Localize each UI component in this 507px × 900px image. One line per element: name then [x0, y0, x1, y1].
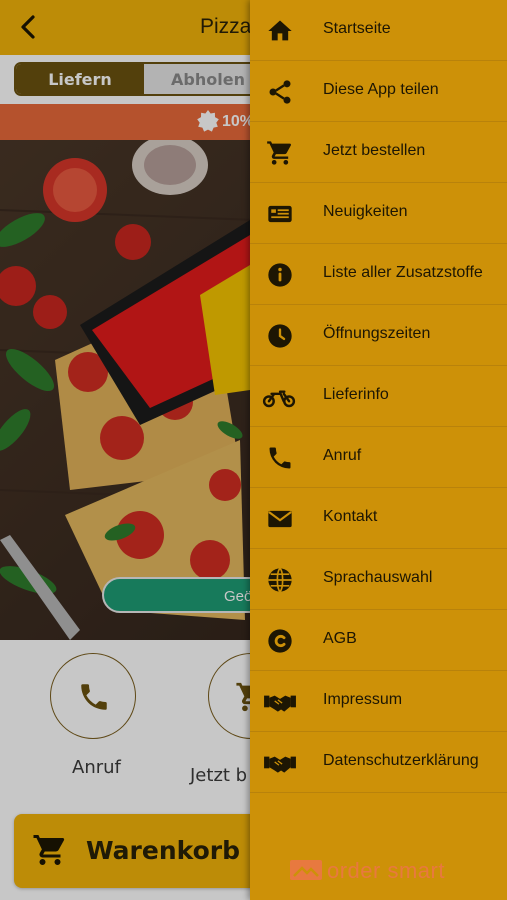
- envelope-icon: [266, 505, 294, 533]
- menu-item-delivery-info[interactable]: Lieferinfo: [250, 366, 507, 427]
- menu-item-home[interactable]: Startseite: [250, 0, 507, 61]
- globe-icon: [266, 566, 294, 594]
- menu-item-label: Lieferinfo: [323, 386, 389, 403]
- menu-item-additives[interactable]: Liste aller Zusatzstoffe: [250, 244, 507, 305]
- menu-item-privacy[interactable]: Datenschutzerklärung: [250, 732, 507, 793]
- menu-item-label: Impressum: [323, 691, 403, 708]
- home-icon: [266, 17, 294, 45]
- clock-icon: [266, 322, 294, 350]
- menu-item-label: Startseite: [323, 20, 391, 37]
- share-icon: [266, 78, 294, 106]
- motorcycle-icon: [262, 383, 296, 411]
- brand-mark-icon: [290, 860, 322, 880]
- menu-item-news[interactable]: Neuigkeiten: [250, 183, 507, 244]
- menu-item-imprint[interactable]: Impressum: [250, 671, 507, 732]
- menu-item-label: AGB: [323, 630, 357, 647]
- menu-item-call[interactable]: Anruf: [250, 427, 507, 488]
- menu-item-label: Diese App teilen: [323, 81, 439, 98]
- menu-item-label: Datenschutzerklärung: [323, 752, 479, 769]
- cart-icon: [266, 139, 294, 167]
- news-icon: [266, 200, 294, 228]
- menu-item-label: Jetzt bestellen: [323, 142, 426, 159]
- brand-logo: order smart: [290, 858, 470, 884]
- phone-icon: [266, 444, 294, 472]
- menu-item-contact[interactable]: Kontakt: [250, 488, 507, 549]
- menu-item-label: Liste aller Zusatzstoffe: [323, 264, 483, 281]
- menu-item-label: Anruf: [323, 447, 362, 464]
- menu-item-label: Sprachauswahl: [323, 569, 433, 586]
- menu-item-terms[interactable]: AGB: [250, 610, 507, 671]
- side-drawer: Startseite Diese App teilen Jetzt bestel…: [250, 0, 507, 900]
- handshake-icon: [263, 749, 297, 777]
- menu-item-label: Öffnungszeiten: [323, 325, 431, 342]
- copyright-icon: [266, 627, 294, 655]
- menu-item-share[interactable]: Diese App teilen: [250, 61, 507, 122]
- menu-item-opening-hours[interactable]: Öffnungszeiten: [250, 305, 507, 366]
- menu-item-order-now[interactable]: Jetzt bestellen: [250, 122, 507, 183]
- info-icon: [266, 261, 294, 289]
- brand-name: order smart: [327, 858, 445, 883]
- handshake-icon: [263, 688, 297, 716]
- menu-item-label: Kontakt: [323, 508, 378, 525]
- menu-item-label: Neuigkeiten: [323, 203, 408, 220]
- menu-item-language[interactable]: Sprachauswahl: [250, 549, 507, 610]
